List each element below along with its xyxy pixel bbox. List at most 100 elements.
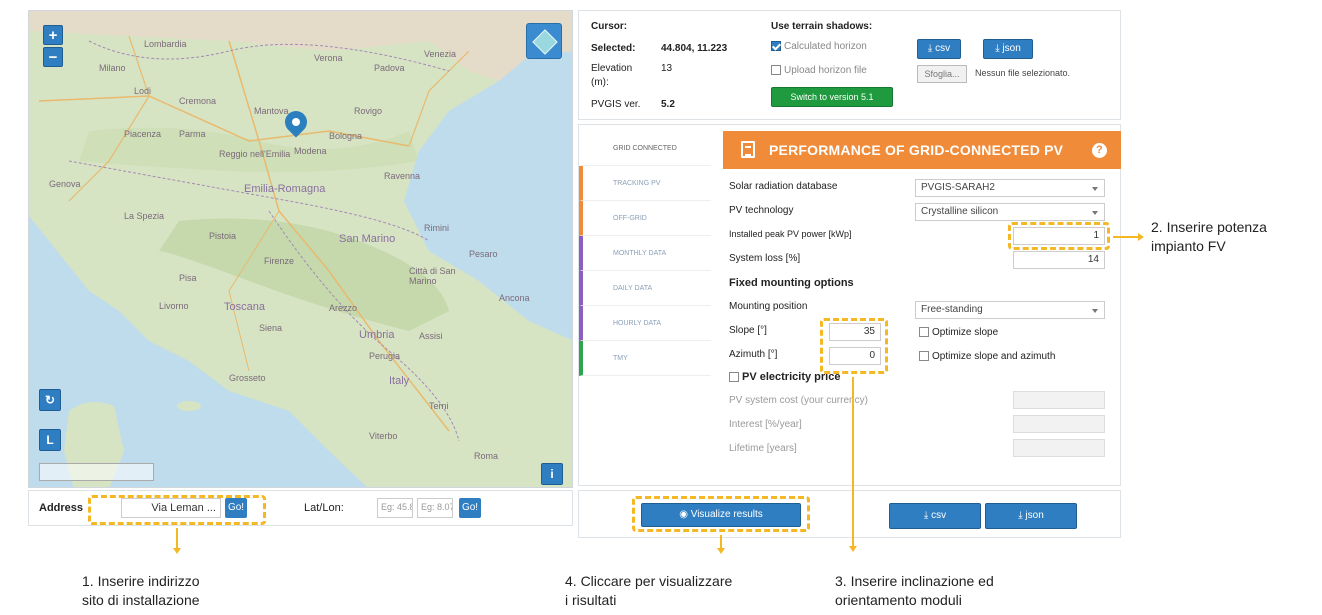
tab-off-grid[interactable]: Off-grid: [579, 201, 711, 236]
latlon-go-button[interactable]: Go!: [459, 498, 481, 518]
annotation-connector: [852, 377, 854, 547]
tab-label: Off-grid: [613, 215, 647, 222]
map-place-label: La Spezia: [124, 211, 165, 221]
map-place-label: Ravenna: [384, 171, 421, 181]
optimize-slope-checkbox[interactable]: [919, 327, 929, 338]
pvgis-version-label: PVGIS ver.: [591, 99, 641, 110]
info-panel: Cursor: Selected: 44.804, 11.223 Elevati…: [578, 10, 1121, 120]
tab-label: Tracking PV: [613, 180, 661, 187]
system-loss-input[interactable]: 14: [1013, 251, 1105, 269]
pv-tech-value: Crystalline silicon: [921, 206, 999, 217]
upload-horizon-option[interactable]: Upload horizon file: [771, 65, 867, 76]
annotation-connector: [1113, 236, 1139, 238]
map-scale-bar: [39, 463, 154, 481]
map-place-label: Lombardia: [144, 39, 187, 49]
info-button[interactable]: i: [541, 463, 563, 485]
tab-daily-data[interactable]: Daily data: [579, 271, 711, 306]
annotation-step-2-line2: impianto FV: [1151, 238, 1226, 254]
tab-tracking-pv[interactable]: Tracking PV: [579, 166, 711, 201]
optimize-slope-text: Optimize slope: [932, 327, 999, 338]
calculated-horizon-checkbox[interactable]: [771, 41, 781, 52]
pv-cost-input[interactable]: [1013, 391, 1105, 409]
interest-input[interactable]: [1013, 415, 1105, 433]
system-loss-label: System loss [%]: [729, 253, 801, 264]
results-csv-label: csv: [931, 510, 947, 521]
upload-horizon-checkbox[interactable]: [771, 65, 781, 76]
tab-grid-connected[interactable]: Grid connected: [579, 131, 711, 166]
annotation-arrow-icon: [1138, 233, 1144, 241]
tool-tabs: Grid connected Tracking PV Off-grid Mont…: [579, 131, 711, 376]
map-view[interactable]: Lombardia Milano Lodi Verona Padova Vene…: [28, 10, 573, 488]
map-place-label: Modena: [294, 146, 327, 156]
help-icon[interactable]: ?: [1092, 143, 1107, 158]
solar-db-label: Solar radiation database: [729, 181, 838, 192]
switch-version-button[interactable]: Switch to version 5.1: [771, 87, 893, 107]
zoom-out-button[interactable]: −: [43, 47, 63, 67]
layers-icon[interactable]: [526, 23, 562, 59]
annotation-step-2-line1: 2. Inserire potenza: [1151, 219, 1267, 235]
latlon-label: Lat/Lon:: [304, 502, 344, 514]
optimize-both-checkbox[interactable]: [919, 351, 929, 362]
annotation-arrow-icon: [173, 548, 181, 554]
annotation-connector: [720, 535, 722, 549]
annotation-step-1: 1. Inserire indirizzo sito di installazi…: [82, 572, 200, 610]
results-json-button[interactable]: ⤓ json: [985, 503, 1077, 529]
tab-monthly-data[interactable]: Monthly data: [579, 236, 711, 271]
lifetime-label: Lifetime [years]: [729, 443, 797, 454]
solar-db-select[interactable]: PVGIS-SARAH2: [915, 179, 1105, 197]
optimize-both-text: Optimize slope and azimuth: [932, 351, 1056, 362]
map-place-label: Roma: [474, 451, 499, 461]
cursor-label: Cursor:: [591, 21, 628, 32]
map-place-label: Rovigo: [354, 106, 383, 116]
tab-hourly-data[interactable]: Hourly data: [579, 306, 711, 341]
browse-file-button[interactable]: Sfoglia...: [917, 65, 967, 83]
elevation-label: Elevation: [591, 63, 633, 74]
tab-label: TMY: [613, 355, 628, 362]
reset-view-button[interactable]: ↻: [39, 389, 61, 411]
tab-label: Monthly data: [613, 250, 667, 257]
annotation-arrow-icon: [849, 546, 857, 552]
lat-input[interactable]: Eg: 45.8: [377, 498, 413, 518]
horizon-json-label: json: [1002, 43, 1021, 54]
map-place-label: Verona: [314, 53, 343, 63]
main-panel: Grid connected Tracking PV Off-grid Mont…: [578, 124, 1121, 486]
map-place-label: Venezia: [424, 49, 457, 59]
zoom-in-button[interactable]: +: [43, 25, 63, 45]
annotation-highlight-address: [88, 495, 266, 525]
annotation-step-4-line1: 4. Cliccare per visualizzare: [565, 573, 733, 589]
map-place-label: Bologna: [329, 131, 363, 141]
tab-tmy[interactable]: TMY: [579, 341, 711, 376]
calculated-horizon-option[interactable]: Calculated horizon: [771, 41, 867, 52]
mounting-position-select[interactable]: Free-standing: [915, 301, 1105, 319]
map-place-label: Terni: [429, 401, 449, 411]
annotation-step-1-line1: 1. Inserire indirizzo: [82, 573, 200, 589]
optimize-slope-option[interactable]: Optimize slope: [919, 327, 998, 338]
lon-input[interactable]: Eg: 8.07: [417, 498, 453, 518]
horizon-json-button[interactable]: ⤓ json: [983, 39, 1033, 59]
locate-button[interactable]: L: [39, 429, 61, 451]
map-place-label: Cremona: [179, 96, 217, 106]
map-place-label: Livorno: [159, 301, 189, 311]
horizon-csv-button[interactable]: ⤓ csv: [917, 39, 961, 59]
upload-horizon-text: Upload horizon file: [784, 65, 867, 76]
pv-price-checkbox[interactable]: [729, 372, 739, 383]
map-region-label: Umbria: [359, 329, 395, 341]
chevron-down-icon: [1092, 309, 1098, 313]
map-place-label: Pisa: [179, 273, 197, 283]
map-place-label: Lodi: [134, 86, 152, 96]
download-icon: ⤓: [927, 43, 936, 54]
map-region-label: Toscana: [224, 301, 265, 313]
elevation-value: 13: [661, 63, 673, 74]
map-place-label: Ancona: [499, 293, 530, 303]
no-file-selected-text: Nessun file selezionato.: [975, 68, 1071, 78]
selected-label: Selected:: [591, 43, 636, 54]
annotation-step-1-line2: sito di installazione: [82, 592, 200, 608]
pv-tech-select[interactable]: Crystalline silicon: [915, 203, 1105, 221]
tab-label: Grid connected: [613, 145, 677, 152]
calculated-horizon-text: Calculated horizon: [784, 41, 867, 52]
solar-db-value: PVGIS-SARAH2: [921, 182, 995, 193]
optimize-both-option[interactable]: Optimize slope and azimuth: [919, 351, 1055, 362]
results-csv-button[interactable]: ⤓ csv: [889, 503, 981, 529]
map-place-label: Genova: [49, 179, 81, 189]
lifetime-input[interactable]: [1013, 439, 1105, 457]
